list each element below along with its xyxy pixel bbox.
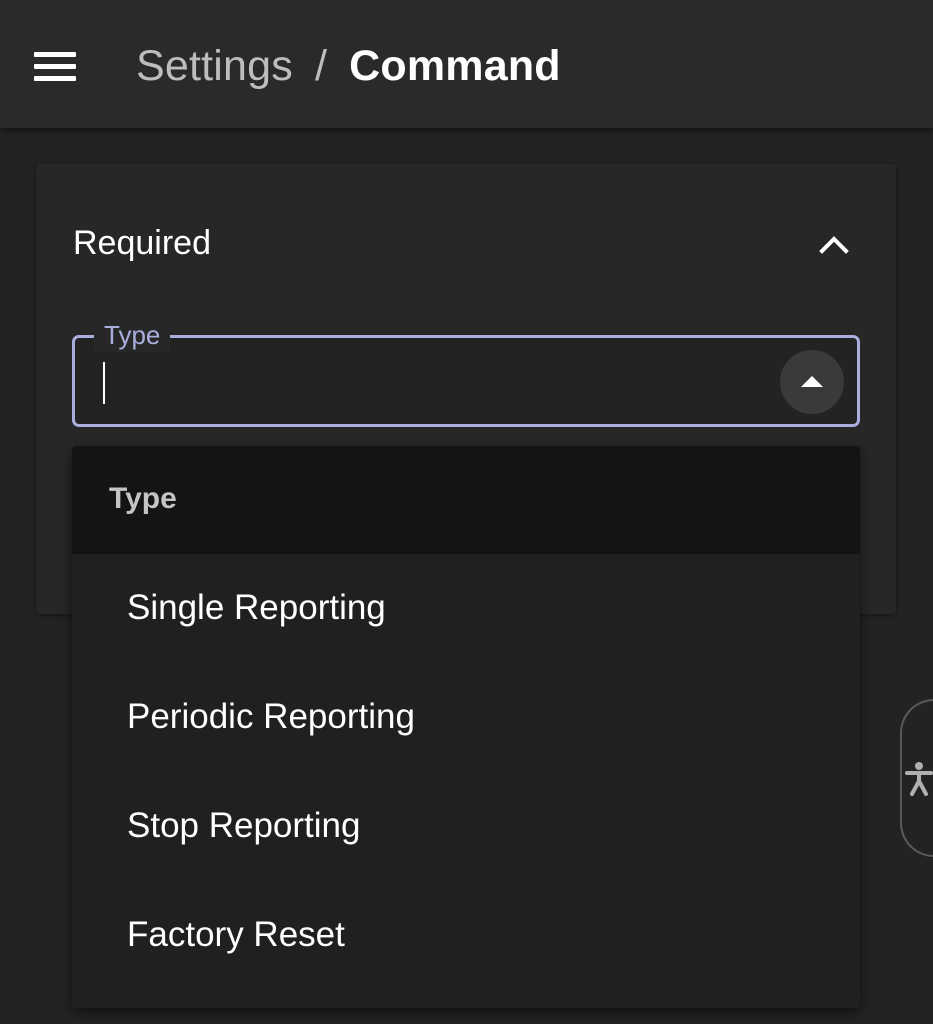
- section-title: Required: [73, 224, 211, 262]
- option-label: Periodic Reporting: [127, 697, 415, 736]
- option-label: Stop Reporting: [127, 806, 361, 845]
- type-field-label: Type: [94, 318, 171, 352]
- app-root: Settings / Command Required Type Type Si…: [0, 0, 933, 1024]
- chevron-up-icon[interactable]: [818, 228, 850, 260]
- arrow-up-icon: [801, 376, 823, 387]
- breadcrumb-separator: /: [314, 41, 328, 90]
- option-periodic-reporting[interactable]: Periodic Reporting: [72, 663, 860, 772]
- required-section-header[interactable]: Required: [36, 204, 860, 280]
- accessibility-icon: [905, 762, 933, 796]
- breadcrumb: Settings / Command: [136, 40, 561, 92]
- option-factory-reset[interactable]: Factory Reset: [72, 881, 860, 990]
- option-label: Factory Reset: [127, 915, 345, 954]
- text-cursor: [103, 362, 105, 404]
- option-stop-reporting[interactable]: Stop Reporting: [72, 772, 860, 881]
- type-dropdown-listbox: Type Single Reporting Periodic Reporting…: [72, 446, 860, 1008]
- dropdown-toggle-button[interactable]: [780, 350, 844, 414]
- accessibility-button[interactable]: [900, 699, 933, 857]
- dropdown-group-label: Type: [109, 482, 177, 515]
- dropdown-group-header: Type: [72, 446, 860, 554]
- hamburger-menu-icon: [34, 52, 76, 57]
- top-app-bar: Settings / Command: [0, 0, 933, 128]
- option-single-reporting[interactable]: Single Reporting: [72, 554, 860, 663]
- option-label: Single Reporting: [127, 588, 386, 627]
- breadcrumb-settings-link[interactable]: Settings: [136, 42, 293, 91]
- type-input[interactable]: [102, 360, 762, 404]
- menu-button[interactable]: [22, 34, 88, 98]
- page-title: Command: [349, 41, 561, 90]
